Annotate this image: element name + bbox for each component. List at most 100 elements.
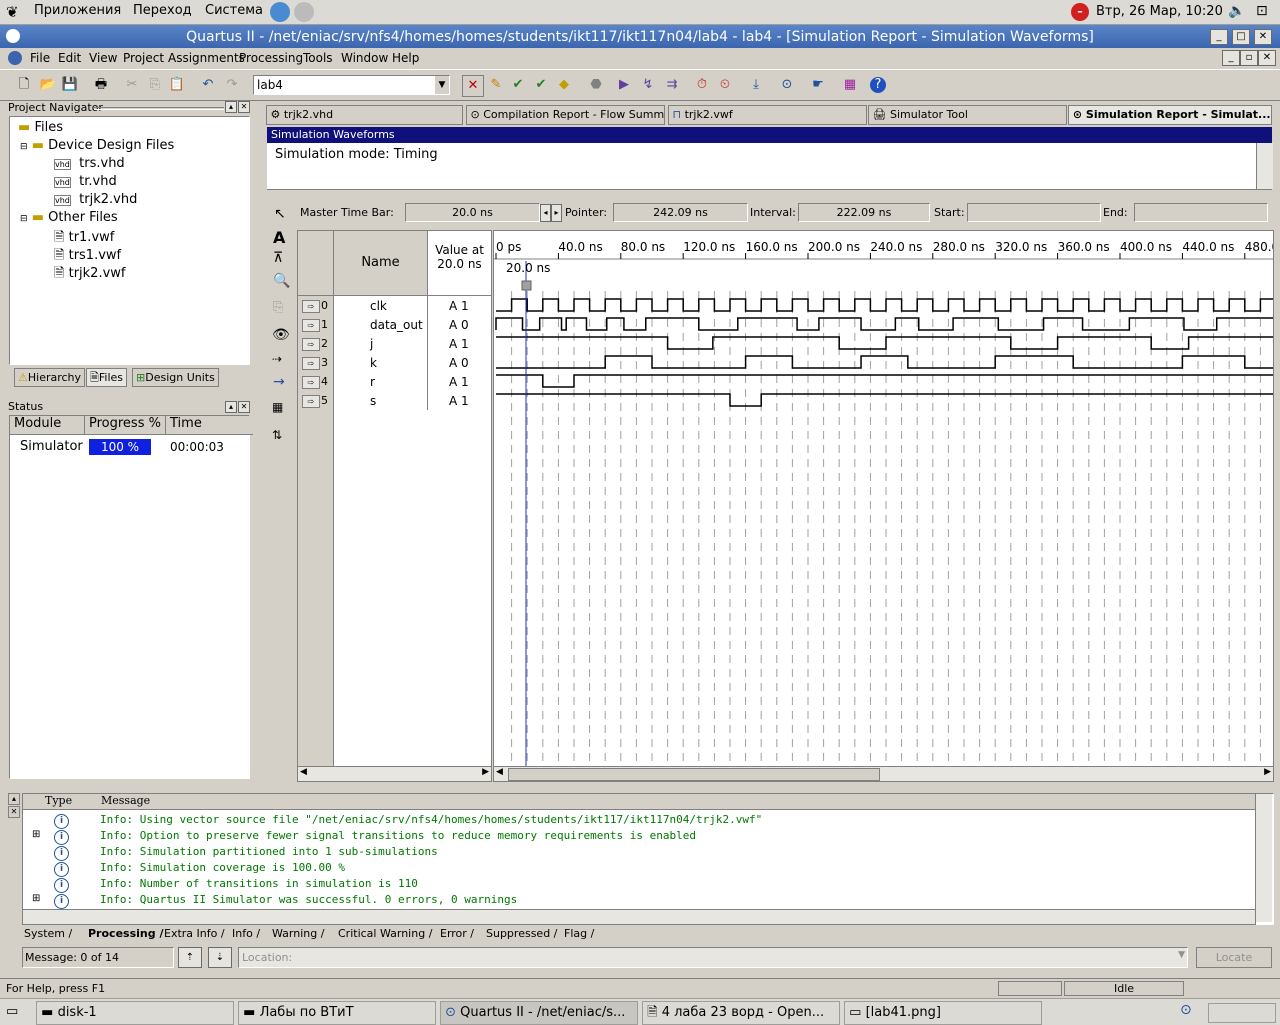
doc-icon[interactable] xyxy=(8,51,22,65)
mode-scrollbar[interactable] xyxy=(1256,143,1273,189)
col-progress[interactable]: Progress % xyxy=(85,416,166,435)
tab-hierarchy[interactable]: ⚠Hierarchy xyxy=(14,368,86,387)
start-fitter-icon[interactable]: ⇉ xyxy=(662,75,682,95)
end-field[interactable] xyxy=(1134,203,1268,222)
message-line[interactable]: Info: Option to preserve fewer signal tr… xyxy=(100,829,696,842)
volume-icon[interactable]: 🔈 xyxy=(1228,3,1245,19)
scroll-right-icon[interactable]: ▶ xyxy=(482,767,489,777)
paste-icon[interactable]: 📋 xyxy=(167,75,187,95)
scroll-left-icon[interactable]: ◀ xyxy=(496,767,503,777)
status-float-button[interactable]: ▴ xyxy=(225,401,237,413)
doc-close-button[interactable]: ✕ xyxy=(1258,50,1276,66)
tab-system[interactable]: System / xyxy=(24,927,72,940)
programmer-icon[interactable]: ☛ xyxy=(808,75,828,95)
tab-extra-info[interactable]: Extra Info / xyxy=(164,927,225,940)
tree-file[interactable]: vhd trs.vhd xyxy=(54,156,125,171)
master-prev-button[interactable]: ◂ xyxy=(540,204,551,222)
tree-file[interactable]: vhd trjk2.vhd xyxy=(54,192,137,207)
doc-minimize-button[interactable]: _ xyxy=(1222,50,1240,66)
signal-row[interactable]: ⇨ 2 j A 1 xyxy=(298,335,491,354)
tab-critical-warning[interactable]: Critical Warning / xyxy=(338,927,432,940)
status-close-button[interactable]: ✕ xyxy=(238,401,250,413)
tab-simulation-report[interactable]: ⊙ Simulation Report - Simulat... xyxy=(1068,105,1272,125)
tree-file[interactable]: 🗎 trjk2.vwf xyxy=(54,264,125,286)
master-time-bar-field[interactable]: 20.0 ns xyxy=(405,203,540,222)
scroll-thumb[interactable] xyxy=(508,768,880,781)
chevron-down-icon[interactable]: ▼ xyxy=(1178,950,1185,960)
name-header[interactable]: Name xyxy=(334,231,428,296)
start-field[interactable] xyxy=(967,203,1101,222)
clock[interactable]: Втр, 26 Мар, 10:20 xyxy=(1096,4,1223,19)
tab-design-units[interactable]: ⊞Design Units xyxy=(132,368,219,387)
cut-icon[interactable]: ✂ xyxy=(122,75,142,95)
tree-group-other-files[interactable]: ⊟ ▬ Other Files xyxy=(20,210,118,225)
tab-warning[interactable]: Warning / xyxy=(272,927,324,940)
signal-row[interactable]: ⇨ 1 data_out A 0 xyxy=(298,316,491,335)
tree-root[interactable]: ▬ Files xyxy=(18,120,63,135)
system-menu[interactable]: Система xyxy=(205,3,263,18)
tab-files[interactable]: 🗎Files xyxy=(86,368,127,387)
start-simulation-icon[interactable]: ⤓ xyxy=(746,75,766,95)
signal-row[interactable]: ⇨ 4 r A 1 xyxy=(298,373,491,392)
minimize-button[interactable]: _ xyxy=(1210,29,1228,45)
stop-icon[interactable]: – xyxy=(1071,3,1089,21)
window-titlebar[interactable]: Quartus II - /net/eniac/srv/nfs4/homes/h… xyxy=(0,25,1280,49)
tab-flag[interactable]: Flag / xyxy=(564,927,594,940)
compilation-stop-icon[interactable]: ✕ xyxy=(462,75,484,97)
analysis-icon[interactable]: ✔ xyxy=(508,75,528,95)
next-message-button[interactable]: ⇣ xyxy=(208,947,232,968)
menu-assignments[interactable]: Assignments xyxy=(168,51,245,65)
prev-message-button[interactable]: ⇡ xyxy=(178,947,202,968)
close-button[interactable]: ✕ xyxy=(1254,29,1272,45)
expand-icon[interactable]: ⊞ xyxy=(32,893,40,904)
menu-help[interactable]: Help xyxy=(392,51,419,65)
messages-close-button[interactable]: ✕ xyxy=(8,806,20,818)
open-icon[interactable]: 📂 xyxy=(38,75,58,95)
signal-hscroll[interactable]: ◀ ▶ xyxy=(297,766,492,782)
selection-tool-icon[interactable]: ↖ xyxy=(274,206,286,222)
copy-icon[interactable]: ⎘ xyxy=(145,75,165,95)
taskbar-item[interactable]: 🗎 4 лаба 23 ворд - Open... xyxy=(642,1001,840,1025)
tab-suppressed[interactable]: Suppressed / xyxy=(486,927,557,940)
find-icon[interactable]: 👁 xyxy=(272,327,290,343)
navigator-close-button[interactable]: ✕ xyxy=(238,101,250,113)
menu-view[interactable]: View xyxy=(89,51,117,65)
messages-hscroll[interactable] xyxy=(22,909,1256,925)
waveform-hscroll[interactable]: ◀ ▶ xyxy=(493,766,1274,782)
message-line[interactable]: Info: Simulation coverage is 100.00 % xyxy=(100,861,345,874)
analyze-elaborate-icon[interactable]: ✔ xyxy=(531,75,551,95)
copy-icon[interactable]: ⎘ xyxy=(273,300,283,315)
message-line[interactable]: Info: Number of transitions in simulatio… xyxy=(100,877,418,890)
pin-planner-icon[interactable]: ✎ xyxy=(486,75,506,95)
start-compilation-icon[interactable]: ▶ xyxy=(614,75,634,95)
network-icon[interactable]: ⊡ xyxy=(1256,3,1268,19)
tab-error[interactable]: Error / xyxy=(440,927,474,940)
location-field[interactable]: Location: ▼ xyxy=(238,947,1188,968)
navigator-float-button[interactable]: ▴ xyxy=(225,101,237,113)
chip-icon[interactable]: ◆ xyxy=(554,75,574,95)
next-transition-icon[interactable]: → xyxy=(273,374,285,390)
master-next-button[interactable]: ▸ xyxy=(551,204,562,222)
show-desktop-icon[interactable]: ▭ xyxy=(6,1004,18,1019)
waveform-canvas[interactable]: 0 ps 40.0 ns 80.0 ns 120.0 ns 160.0 ns 200.0 … xyxy=(493,230,1274,768)
zoom-tool-icon[interactable]: 🔍 xyxy=(273,273,290,289)
workspace-icon[interactable]: ⊙ xyxy=(1180,1002,1192,1018)
messages-float-button[interactable]: ▴ xyxy=(8,793,20,805)
tab-processing[interactable]: Processing / xyxy=(88,927,163,940)
messages-vscroll[interactable] xyxy=(1255,794,1272,922)
chevron-down-icon[interactable]: ▼ xyxy=(435,76,449,94)
menu-project[interactable]: Project xyxy=(123,51,164,65)
col-time[interactable]: Time xyxy=(166,416,253,435)
compilation-report-icon[interactable]: ⊙ xyxy=(777,75,797,95)
message-line[interactable]: Info: Quartus II Simulator was successfu… xyxy=(100,893,517,906)
waveform-editing-tool-icon[interactable]: ⊼ xyxy=(273,250,283,266)
expand-icon[interactable]: ⊞ xyxy=(32,829,40,840)
help-icon[interactable]: ? xyxy=(870,77,886,93)
menu-file[interactable]: File xyxy=(30,51,50,65)
print-icon[interactable]: 🖶 xyxy=(91,75,111,95)
locate-button[interactable]: Locate xyxy=(1196,947,1272,968)
menu-tools[interactable]: Tools xyxy=(303,51,333,65)
tab-trjk2-vhd[interactable]: ⚙ trjk2.vhd xyxy=(266,105,463,125)
replace-icon[interactable]: ⇢ xyxy=(272,352,282,366)
mail-launcher-icon[interactable] xyxy=(294,2,314,22)
